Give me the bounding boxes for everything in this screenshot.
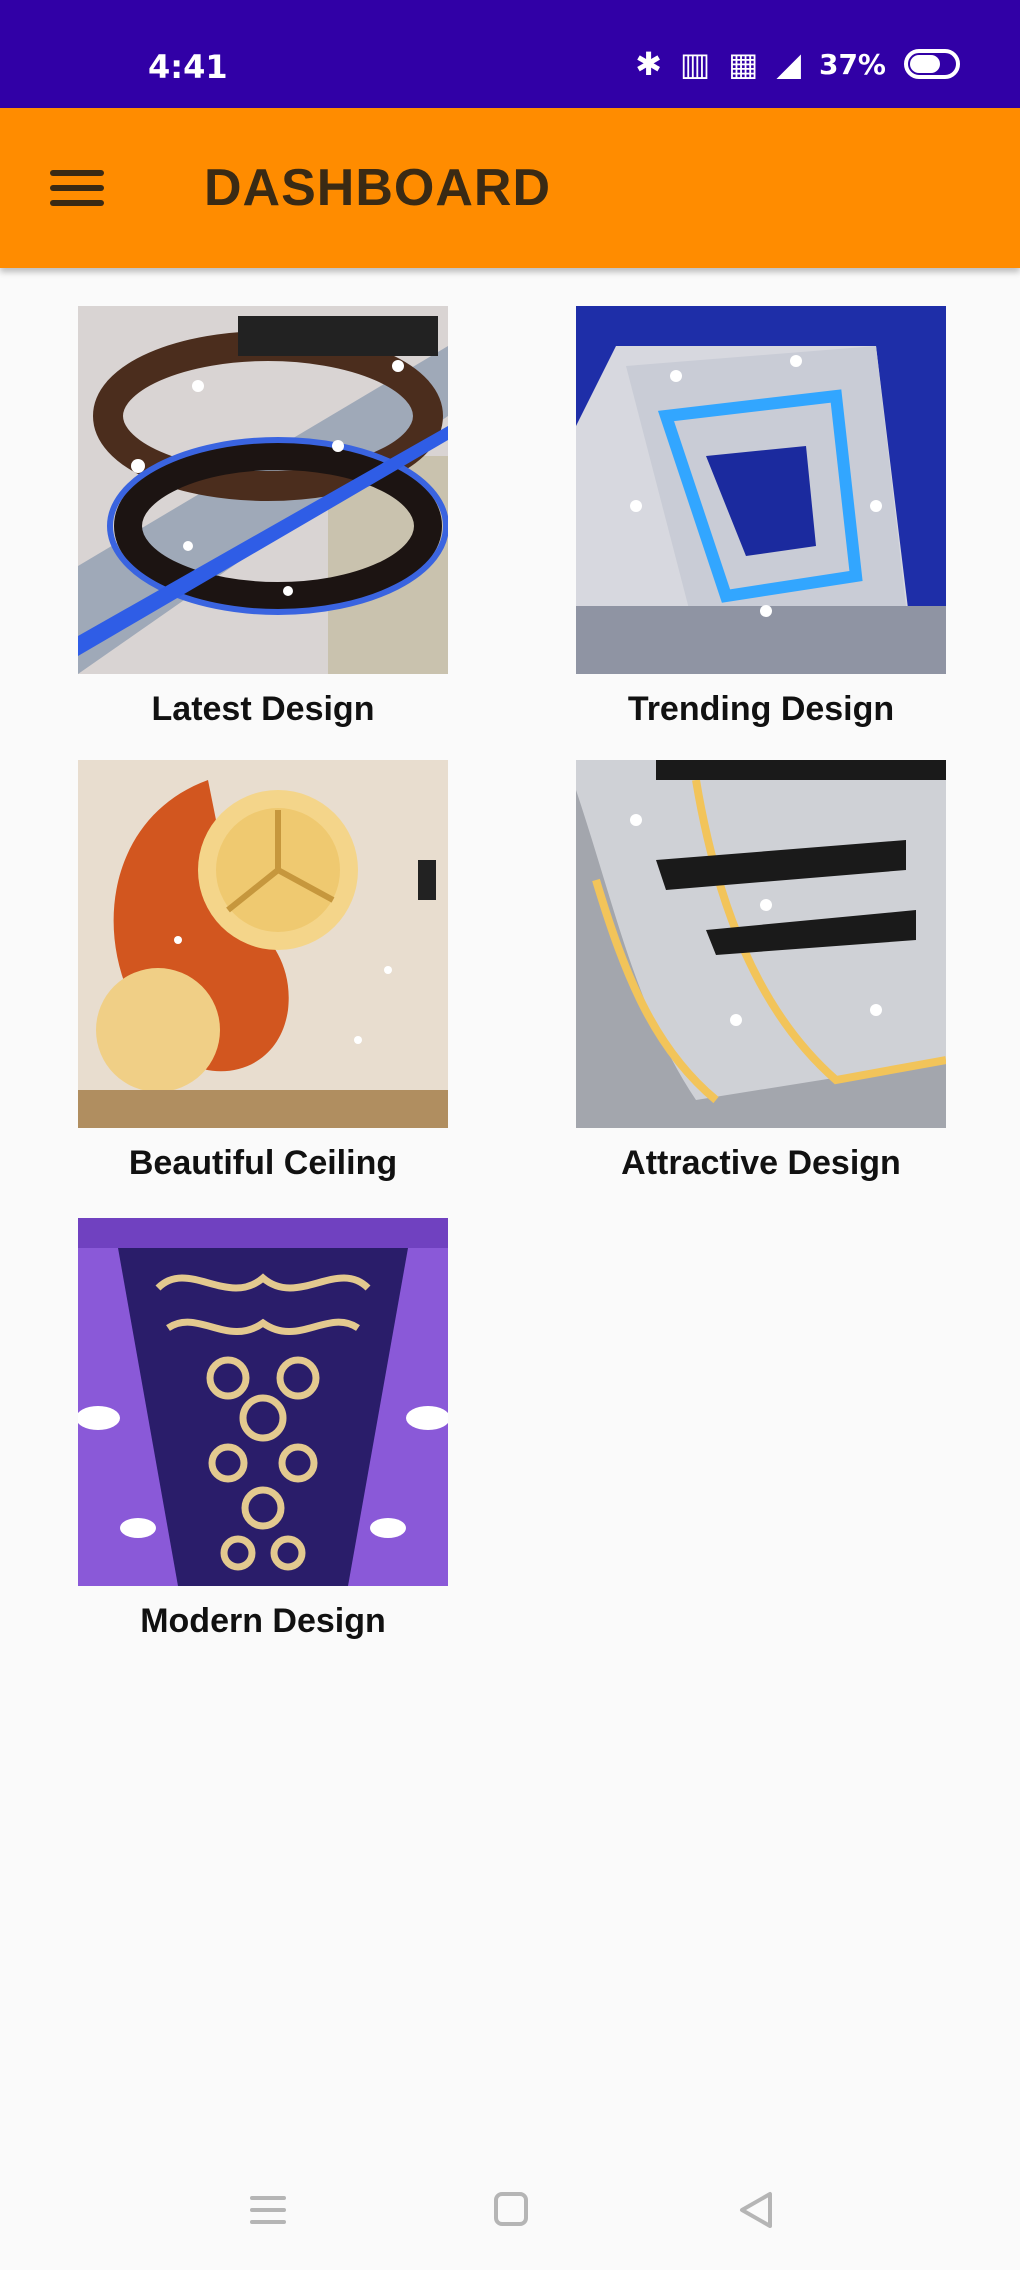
modern-design-thumbnail[interactable] [78, 1218, 448, 1586]
battery-percent: 37% [818, 47, 886, 81]
trending-design-thumbnail[interactable] [576, 306, 946, 674]
home-icon[interactable] [490, 2188, 534, 2232]
battery-icon [904, 49, 960, 79]
app-bar: DASHBOARD [0, 108, 1020, 268]
grid-item-attractive-design[interactable]: Attractive Design [576, 760, 946, 1183]
signal-icon: ◢ [776, 45, 801, 83]
trending-design-label: Trending Design [627, 690, 895, 728]
bluetooth-icon: ✱ [635, 45, 662, 83]
beautiful-ceiling-label: Beautiful Ceiling [128, 1144, 398, 1182]
wifi-icon: ▦ [728, 45, 759, 83]
grid-item-beautiful-ceiling[interactable]: Beautiful Ceiling [78, 760, 448, 1183]
system-nav-bar [0, 2150, 1020, 2270]
modern-design-label: Modern Design [140, 1602, 386, 1640]
grid-item-latest-design[interactable]: Latest Design [78, 306, 448, 729]
attractive-design-label: Attractive Design [621, 1144, 901, 1182]
attractive-design-thumbnail[interactable] [576, 760, 946, 1128]
grid-item-modern-design[interactable]: Modern Design [78, 1218, 448, 1641]
page-title: DASHBOARD [204, 159, 551, 217]
menu-icon[interactable] [50, 166, 104, 210]
beautiful-ceiling-thumbnail[interactable] [78, 760, 448, 1128]
grid-item-trending-design[interactable]: Trending Design [576, 306, 946, 729]
back-icon[interactable] [734, 2188, 778, 2232]
status-time: 4:41 [148, 48, 228, 86]
recents-icon[interactable] [246, 2188, 290, 2232]
latest-design-thumbnail[interactable] [78, 306, 448, 674]
status-bar: 4:41 ✱ ▥ ▦ ◢ 37% [0, 0, 1020, 108]
hd-signal-icon: ▥ [679, 45, 711, 83]
status-icons: ✱ ▥ ▦ ◢ 37% [635, 40, 960, 88]
latest-design-label: Latest Design [151, 690, 375, 728]
